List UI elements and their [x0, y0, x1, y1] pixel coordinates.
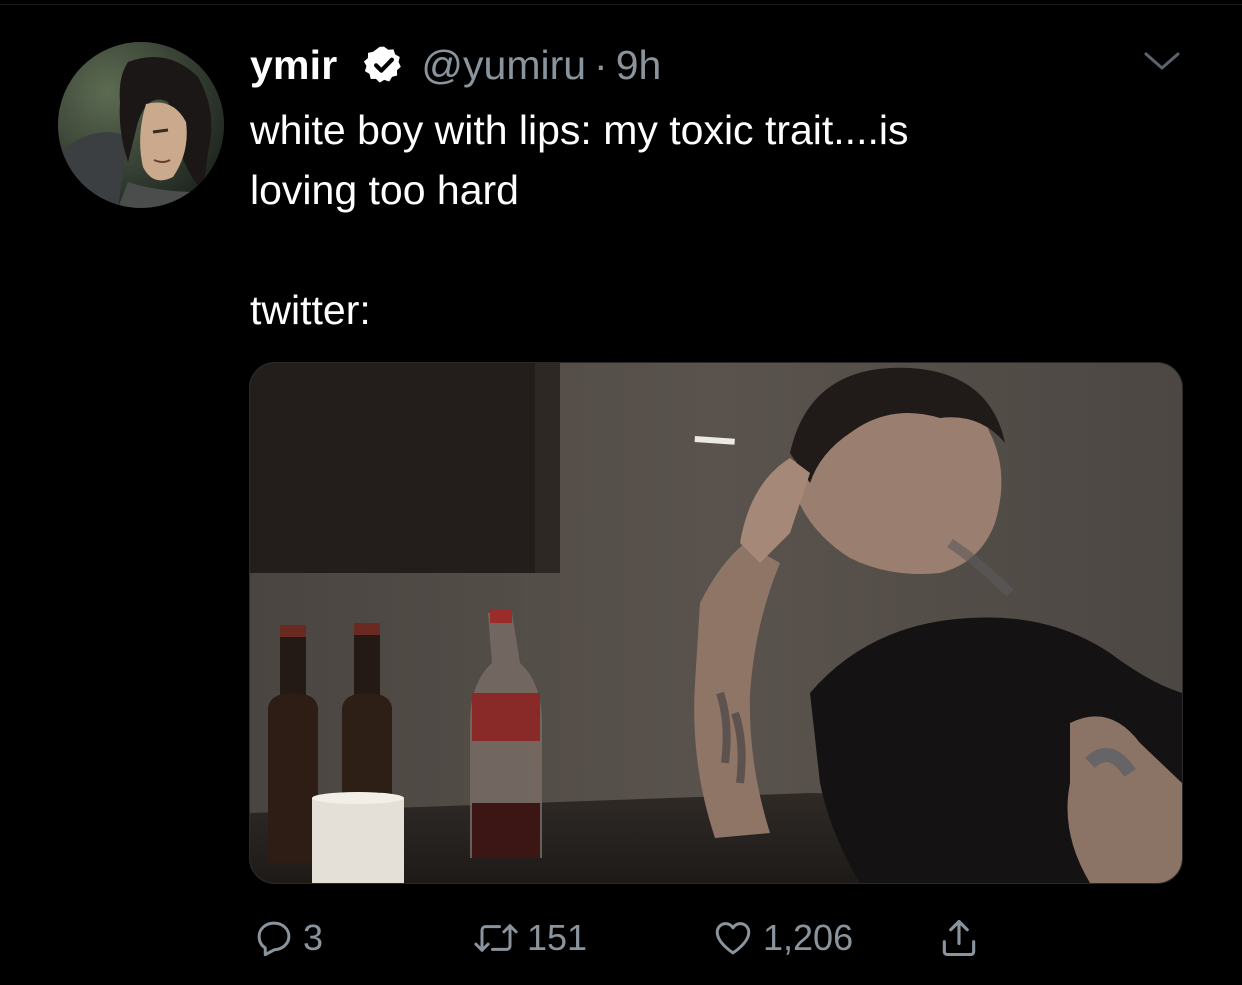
share-button[interactable] — [937, 910, 981, 966]
tweet-header: ymir @yumiru · 9h — [250, 38, 661, 92]
tweet-text-line: white boy with lips: my toxic trait....i… — [250, 107, 909, 153]
like-button[interactable]: 1,206 — [711, 910, 853, 966]
tweet-media-image[interactable] — [249, 362, 1183, 884]
handle[interactable]: @yumiru — [421, 42, 586, 89]
tweet-text-line: twitter: — [250, 287, 371, 333]
retweet-icon — [474, 924, 518, 952]
chevron-down-icon[interactable] — [1140, 46, 1184, 76]
reply-count: 3 — [303, 917, 324, 958]
tweet-text-line: loving too hard — [250, 167, 519, 213]
avatar[interactable] — [58, 42, 224, 208]
heart-icon — [715, 922, 751, 955]
separator: · — [594, 41, 608, 88]
verified-badge-icon — [363, 44, 405, 86]
like-count: 1,206 — [763, 917, 854, 958]
tweet-text-line — [250, 220, 1150, 280]
retweet-button[interactable]: 151 — [473, 910, 587, 966]
timestamp[interactable]: 9h — [616, 42, 662, 89]
cup — [312, 792, 404, 883]
share-icon — [942, 919, 976, 957]
display-name[interactable]: ymir — [250, 42, 337, 89]
action-bar: 3 151 1,206 — [253, 910, 1013, 966]
retweet-count: 151 — [527, 917, 588, 958]
reply-icon — [257, 921, 291, 957]
tweet-text: white boy with lips: my toxic trait....i… — [250, 100, 1150, 340]
reply-button[interactable]: 3 — [253, 910, 323, 966]
top-divider — [0, 4, 1242, 5]
